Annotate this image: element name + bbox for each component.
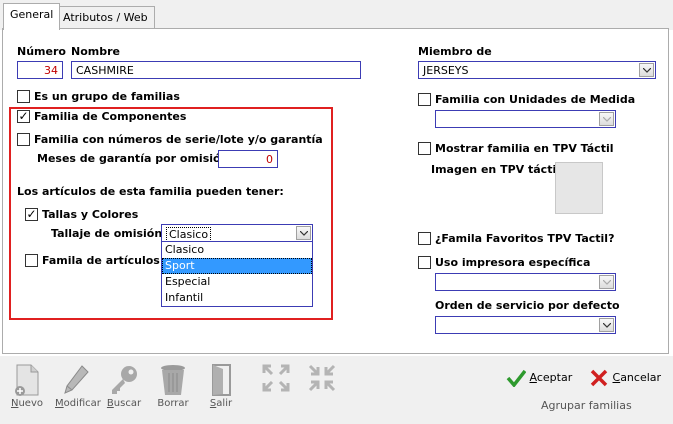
favoritos-tpv-label: ¿Famila Favoritos TPV Tactil? xyxy=(435,232,615,245)
nombre-field[interactable]: CASHMIRE xyxy=(71,61,361,79)
tallas-colores-checkbox[interactable]: ✓ xyxy=(25,208,38,221)
expand-icon xyxy=(262,364,290,392)
numero-label: Número xyxy=(17,45,66,58)
familia-serie-checkbox[interactable] xyxy=(17,133,30,146)
cancelar-button[interactable]: Cancelar xyxy=(589,369,661,387)
nombre-label: Nombre xyxy=(71,45,120,58)
buscar-label: uscar xyxy=(113,398,142,409)
tpv-tactil-label: Mostrar familia en TPV Táctil xyxy=(435,142,614,155)
miembro-label: Miembro de xyxy=(418,45,492,58)
new-document-icon xyxy=(15,364,39,396)
articulos-heading: Los artículos de esta familia pueden ten… xyxy=(17,185,284,198)
buscar-accel: B xyxy=(106,398,114,409)
pencil-icon xyxy=(64,365,89,394)
exit-door-icon xyxy=(212,364,231,396)
unidades-dropdown-button[interactable] xyxy=(599,112,614,126)
familia-componentes-checkbox[interactable]: ✓ xyxy=(17,110,30,123)
imagen-tpv-label: Imagen en TPV táctil xyxy=(431,163,561,176)
salir-button[interactable]: Salir xyxy=(203,364,239,409)
miembro-value: JERSEYS xyxy=(423,64,469,77)
expand-button[interactable] xyxy=(260,364,292,394)
impresora-dropdown-button[interactable] xyxy=(599,275,614,289)
tallaje-option-infantil[interactable]: Infantil xyxy=(162,290,312,306)
meses-garantia-label: Meses de garantía por omisión xyxy=(37,152,229,165)
tab-atributos-web[interactable]: Atributos / Web xyxy=(56,6,155,28)
tab-atributos-label: Atributos / Web xyxy=(63,11,148,24)
trash-icon xyxy=(161,365,185,395)
tallaje-value: Clasico xyxy=(166,227,212,242)
nuevo-button[interactable]: Nuevo xyxy=(9,364,45,409)
chevron-down-icon xyxy=(643,68,651,73)
collapse-button[interactable] xyxy=(306,364,338,394)
cancelar-label: ancelar xyxy=(620,371,662,384)
tallaje-option-clasico[interactable]: Clasico xyxy=(162,242,312,258)
orden-dropdown-button[interactable] xyxy=(599,318,614,332)
unidades-medida-select[interactable] xyxy=(435,110,616,128)
tab-general[interactable]: General xyxy=(3,3,61,30)
check-icon xyxy=(506,369,527,388)
borrar-button[interactable]: Borrar xyxy=(155,364,191,409)
agrupar-familias-button[interactable]: Agrupar familias xyxy=(541,399,632,412)
chevron-down-icon xyxy=(603,117,611,122)
aceptar-button[interactable]: Aceptar xyxy=(506,369,573,388)
tallaje-dropdown-list: Clasico Sport Especial Infantil xyxy=(161,241,313,307)
unidades-medida-checkbox[interactable] xyxy=(418,93,431,106)
favoritos-tpv-checkbox[interactable] xyxy=(418,232,431,245)
tallaje-option-sport[interactable]: Sport xyxy=(162,258,312,274)
tab-strip: General Atributos / Web xyxy=(0,0,673,30)
chevron-down-icon xyxy=(603,323,611,328)
modificar-accel: M xyxy=(55,398,64,409)
impresora-select[interactable] xyxy=(435,273,616,291)
buscar-button[interactable]: Buscar xyxy=(106,364,142,409)
tab-general-label: General xyxy=(10,8,54,21)
familia-componentes-label: Familia de Componentes xyxy=(34,110,187,123)
tallas-colores-label: Tallas y Colores xyxy=(42,208,139,221)
familia-serie-label: Familia con números de serie/lote y/o ga… xyxy=(34,133,323,146)
salir-label: alir xyxy=(216,398,233,409)
chevron-down-icon xyxy=(300,231,308,236)
numero-field[interactable]: 34 xyxy=(17,61,63,79)
grupo-familias-checkbox[interactable] xyxy=(17,90,30,103)
modificar-label: odificar xyxy=(63,398,101,409)
tallaje-dropdown-button[interactable] xyxy=(296,226,311,240)
orden-servicio-label: Orden de servicio por defecto xyxy=(435,299,620,312)
orden-servicio-select[interactable] xyxy=(435,316,616,334)
tpv-tactil-checkbox[interactable] xyxy=(418,142,431,155)
modificar-button[interactable]: Modificar xyxy=(55,364,101,409)
nuevo-label: uevo xyxy=(18,398,43,409)
borrar-label: Borrar xyxy=(157,398,189,409)
key-icon xyxy=(112,366,137,394)
chevron-down-icon xyxy=(603,280,611,285)
familia-articulos-checkbox[interactable] xyxy=(25,254,38,267)
aceptar-label: ceptar xyxy=(536,371,573,384)
cross-icon xyxy=(590,369,608,387)
tallaje-select[interactable]: Clasico xyxy=(161,224,313,242)
miembro-select[interactable]: JERSEYS xyxy=(418,61,656,79)
imagen-tpv-preview[interactable] xyxy=(555,162,603,214)
grupo-familias-label: Es un grupo de familias xyxy=(34,90,180,103)
tallaje-label: Tallaje de omisión xyxy=(51,227,163,240)
tallaje-option-especial[interactable]: Especial xyxy=(162,274,312,290)
miembro-dropdown-button[interactable] xyxy=(639,63,654,77)
impresora-label: Uso impresora específica xyxy=(435,256,591,269)
aceptar-accel: A xyxy=(529,371,537,384)
collapse-icon xyxy=(308,364,336,392)
familia-articulos-label: Famila de artículos co xyxy=(42,254,178,267)
impresora-checkbox[interactable] xyxy=(418,256,431,269)
unidades-medida-label: Familia con Unidades de Medida xyxy=(435,93,636,106)
meses-garantia-field[interactable]: 0 xyxy=(218,150,278,168)
